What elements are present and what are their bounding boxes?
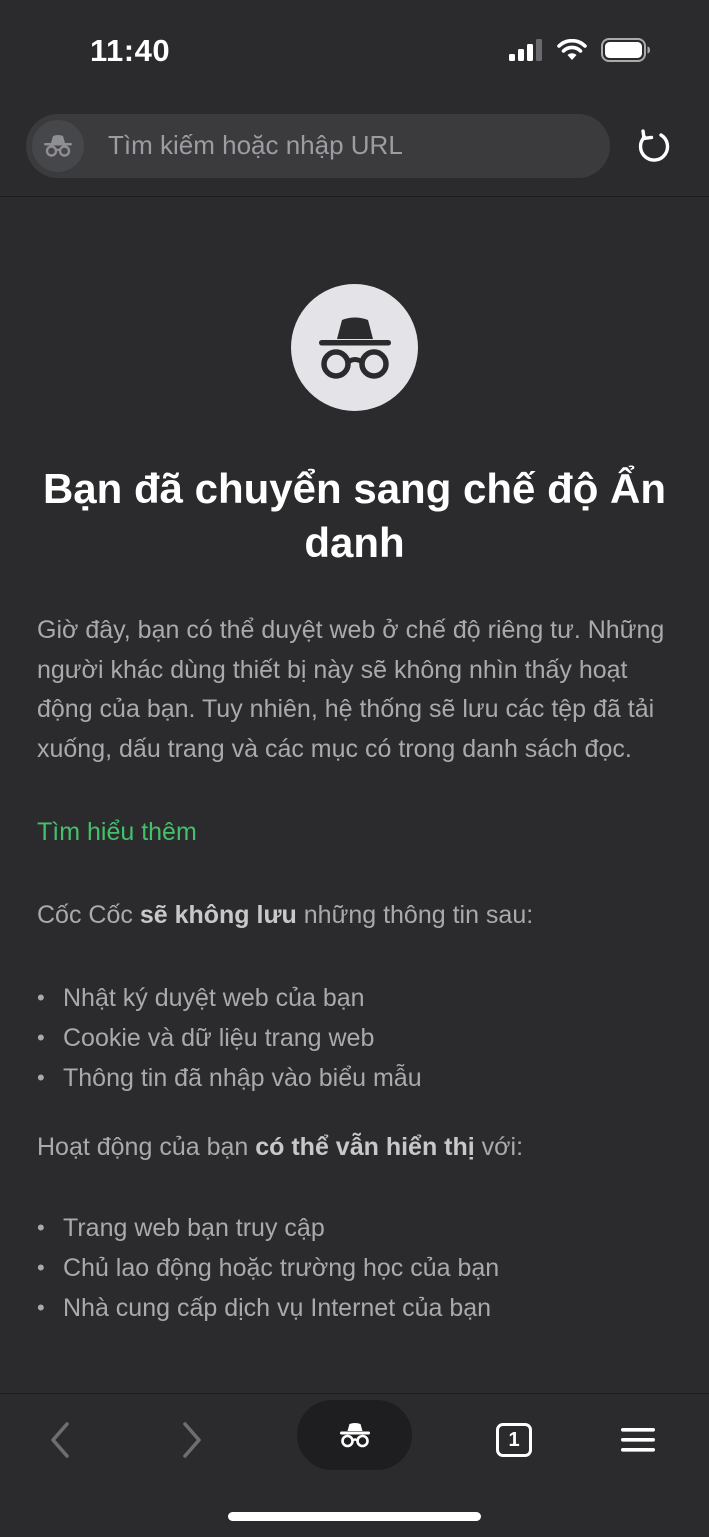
list-item: • Nhà cung cấp dịch vụ Internet của bạn (37, 1294, 492, 1322)
status-time: 11:40 (90, 33, 171, 68)
not-saved-suffix: những thông tin sau: (296, 901, 534, 929)
list-item: • Trang web bạn truy cập (37, 1214, 325, 1242)
list-item-text: Cookie và dữ liệu trang web (63, 1024, 375, 1052)
tabs-button[interactable]: 1 (484, 1410, 544, 1470)
not-saved-bold: sẽ không lưu (139, 901, 297, 929)
list-item: • Thông tin đã nhập vào biểu mẫu (37, 1064, 422, 1092)
reload-button[interactable] (628, 120, 680, 172)
signal-icon (509, 39, 542, 61)
list-item-text: Nhật ký duyệt web của bạn (63, 984, 365, 1012)
home-indicator[interactable] (228, 1512, 481, 1521)
not-saved-prefix: Cốc Cốc (37, 901, 140, 929)
visible-heading: Hoạt động của bạn có thể vẫn hiển thị vớ… (37, 1133, 677, 1162)
list-item: • Cookie và dữ liệu trang web (37, 1024, 375, 1052)
reload-icon (638, 129, 670, 162)
not-saved-list: • Nhật ký duyệt web của bạn • Cookie và dữ… (37, 978, 677, 1098)
url-placeholder: Tìm kiếm hoặc nhập URL (108, 130, 403, 160)
incognito-hero-icon (291, 284, 418, 411)
back-button[interactable] (30, 1410, 90, 1470)
visible-bold: có thể vẫn hiển thị (255, 1133, 475, 1161)
battery-icon (601, 38, 650, 62)
status-bar: 11:40 (0, 0, 709, 100)
learn-more-link[interactable]: Tìm hiểu thêm (37, 818, 197, 847)
list-item: • Chủ lao động hoặc trường học của bạn (37, 1254, 500, 1282)
not-saved-heading: Cốc Cốc sẽ không lưu những thông tin sau… (37, 901, 677, 930)
incognito-badge[interactable] (32, 120, 84, 172)
hamburger-menu-icon (621, 1428, 655, 1452)
bottom-toolbar: 1 (0, 1393, 709, 1537)
incognito-icon (44, 135, 72, 157)
list-item-text: Trang web bạn truy cập (63, 1214, 325, 1242)
chevron-right-icon (183, 1422, 201, 1458)
forward-button[interactable] (162, 1410, 222, 1470)
list-item-text: Chủ lao động hoặc trường học của bạn (63, 1254, 500, 1282)
url-search-field[interactable]: Tìm kiếm hoặc nhập URL (26, 114, 610, 178)
wifi-icon (557, 39, 587, 60)
list-item: • Nhật ký duyệt web của bạn (37, 984, 365, 1012)
page-title: Bạn đã chuyển sang chế độ Ẩn danh (42, 465, 667, 566)
menu-button[interactable] (608, 1410, 668, 1470)
incognito-icon (318, 317, 391, 379)
chevron-left-icon (51, 1422, 69, 1458)
status-icons (509, 38, 651, 62)
top-toolbar: Tìm kiếm hoặc nhập URL (0, 100, 709, 197)
tab-count-badge: 1 (496, 1423, 532, 1457)
visible-suffix: với: (474, 1133, 524, 1161)
incognito-icon (339, 1423, 370, 1448)
list-item-text: Nhà cung cấp dịch vụ Internet của bạn (63, 1294, 492, 1322)
intro-text: Giờ đây, bạn có thể duyệt web ở chế độ r… (37, 616, 665, 763)
visible-list: • Trang web bạn truy cập • Chủ lao động ho… (37, 1208, 677, 1328)
visible-prefix: Hoạt động của bạn (37, 1133, 256, 1161)
incognito-mode-button[interactable] (297, 1400, 412, 1470)
list-item-text: Thông tin đã nhập vào biểu mẫu (63, 1064, 422, 1092)
